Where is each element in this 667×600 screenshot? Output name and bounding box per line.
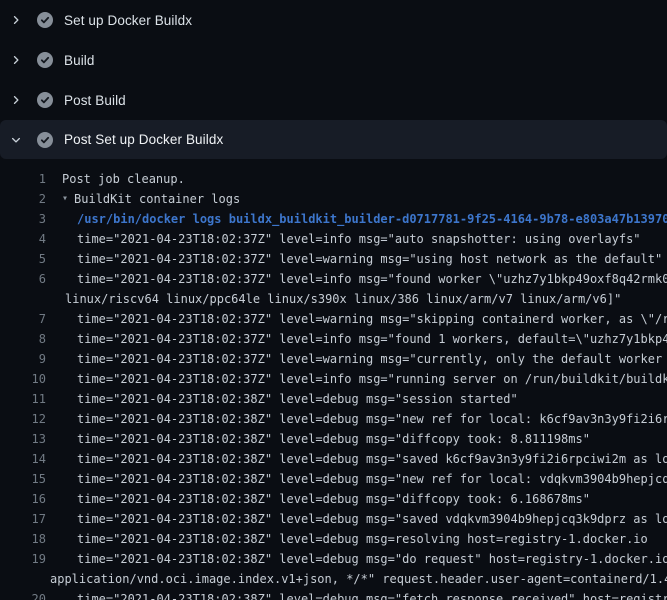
step-title: Build <box>64 53 95 68</box>
step-title: Post Set up Docker Buildx <box>64 132 223 147</box>
log-line: 18 time="2021-04-23T18:02:38Z" level=debu… <box>0 529 667 549</box>
log-text: time="2021-04-23T18:02:37Z" level=info m… <box>77 229 641 249</box>
log-text: time="2021-04-23T18:02:37Z" level=info m… <box>77 329 667 349</box>
log-text: time="2021-04-23T18:02:38Z" level=debug … <box>77 429 590 449</box>
log-text: time="2021-04-23T18:02:37Z" level=warnin… <box>77 249 662 269</box>
step-title: Set up Docker Buildx <box>64 13 192 28</box>
chevron-down-icon[interactable] <box>10 134 22 146</box>
log-line: 12 time="2021-04-23T18:02:38Z" level=debu… <box>0 409 667 429</box>
log-line: 20 time="2021-04-23T18:02:38Z" level=debu… <box>0 589 667 600</box>
line-number[interactable]: 1 <box>0 169 46 189</box>
line-number[interactable]: 5 <box>0 249 46 269</box>
log-text: time="2021-04-23T18:02:38Z" level=debug … <box>77 409 667 429</box>
line-number[interactable] <box>0 569 46 589</box>
line-number[interactable]: 2 <box>0 189 46 209</box>
line-number[interactable]: 6 <box>0 269 46 289</box>
log-text: application/vnd.oci.image.index.v1+json,… <box>50 569 667 589</box>
line-number[interactable]: 17 <box>0 509 46 529</box>
log-line: 16 time="2021-04-23T18:02:38Z" level=debu… <box>0 489 667 509</box>
log-line: 14 time="2021-04-23T18:02:38Z" level=debu… <box>0 449 667 469</box>
step-row[interactable]: Build <box>0 40 667 80</box>
log-line: 6 time="2021-04-23T18:02:37Z" level=info … <box>0 269 667 289</box>
step-row[interactable]: Set up Docker Buildx <box>0 0 667 40</box>
log-text[interactable]: BuildKit container logs <box>74 189 240 209</box>
log-line: 17 time="2021-04-23T18:02:38Z" level=debu… <box>0 509 667 529</box>
line-number[interactable]: 4 <box>0 229 46 249</box>
log-text: time="2021-04-23T18:02:37Z" level=info m… <box>77 269 667 289</box>
line-number[interactable]: 11 <box>0 389 46 409</box>
check-circle-icon <box>37 92 53 108</box>
line-number[interactable]: 13 <box>0 429 46 449</box>
line-number[interactable]: 8 <box>0 329 46 349</box>
chevron-right-icon[interactable] <box>10 54 22 66</box>
log-text: time="2021-04-23T18:02:38Z" level=debug … <box>77 389 518 409</box>
line-number[interactable]: 16 <box>0 489 46 509</box>
check-circle-icon <box>37 52 53 68</box>
log-text: time="2021-04-23T18:02:38Z" level=debug … <box>77 449 667 469</box>
line-number[interactable]: 14 <box>0 449 46 469</box>
log-text: time="2021-04-23T18:02:38Z" level=debug … <box>77 489 590 509</box>
command-text: /usr/bin/docker logs buildx_buildkit_bui… <box>77 209 667 229</box>
workflow-log-viewer: Set up Docker Buildx Build Post Build Post … <box>0 0 667 600</box>
log-text: linux/riscv64 linux/ppc64le linux/s390x … <box>65 289 621 309</box>
check-circle-icon <box>37 132 53 148</box>
line-number[interactable]: 10 <box>0 369 46 389</box>
step-row[interactable]: Post Build <box>0 80 667 120</box>
line-number[interactable]: 9 <box>0 349 46 369</box>
step-row[interactable]: Post Set up Docker Buildx <box>0 120 667 159</box>
log-line: 4 time="2021-04-23T18:02:37Z" level=info … <box>0 229 667 249</box>
log-line: 11 time="2021-04-23T18:02:38Z" level=debu… <box>0 389 667 409</box>
line-number[interactable]: 15 <box>0 469 46 489</box>
log-line: 13 time="2021-04-23T18:02:38Z" level=debu… <box>0 429 667 449</box>
line-number[interactable]: 19 <box>0 549 46 569</box>
line-number[interactable] <box>0 289 46 309</box>
log-line: 5 time="2021-04-23T18:02:37Z" level=warni… <box>0 249 667 269</box>
log-line: linux/riscv64 linux/ppc64le linux/s390x … <box>0 289 667 309</box>
log-text: time="2021-04-23T18:02:38Z" level=debug … <box>77 469 667 489</box>
line-number[interactable]: 12 <box>0 409 46 429</box>
line-number[interactable]: 18 <box>0 529 46 549</box>
log-line: 9 time="2021-04-23T18:02:37Z" level=warni… <box>0 349 667 369</box>
step-title: Post Build <box>64 93 126 108</box>
line-number[interactable]: 7 <box>0 309 46 329</box>
check-circle-icon <box>37 12 53 28</box>
log-line: 2 ▾ BuildKit container logs <box>0 189 667 209</box>
log-line: 1 Post job cleanup. <box>0 169 667 189</box>
log-text: time="2021-04-23T18:02:38Z" level=debug … <box>77 509 667 529</box>
log-line: 19 time="2021-04-23T18:02:38Z" level=debu… <box>0 549 667 569</box>
line-number[interactable]: 20 <box>0 589 46 600</box>
log-line: 3/usr/bin/docker logs buildx_buildkit_bu… <box>0 209 667 229</box>
step-list: Set up Docker Buildx Build Post Build Post … <box>0 0 667 159</box>
log-text: Post job cleanup. <box>62 169 185 189</box>
log-text: time="2021-04-23T18:02:37Z" level=info m… <box>77 369 667 389</box>
chevron-right-icon[interactable] <box>10 94 22 106</box>
line-number[interactable]: 3 <box>0 209 46 229</box>
chevron-right-icon[interactable] <box>10 14 22 26</box>
log-area: 1 Post job cleanup. 2 ▾ BuildKit container l… <box>0 159 667 600</box>
log-line: 8 time="2021-04-23T18:02:37Z" level=info … <box>0 329 667 349</box>
log-text: time="2021-04-23T18:02:38Z" level=debug … <box>77 549 667 569</box>
log-line: 10 time="2021-04-23T18:02:37Z" level=info… <box>0 369 667 389</box>
log-line: 15 time="2021-04-23T18:02:38Z" level=debu… <box>0 469 667 489</box>
log-text: time="2021-04-23T18:02:37Z" level=warnin… <box>77 349 667 369</box>
log-line: application/vnd.oci.image.index.v1+json,… <box>0 569 667 589</box>
log-text: time="2021-04-23T18:02:37Z" level=warnin… <box>77 309 667 329</box>
log-line: 7 time="2021-04-23T18:02:37Z" level=warni… <box>0 309 667 329</box>
triangle-down-icon[interactable]: ▾ <box>62 189 68 209</box>
log-text: time="2021-04-23T18:02:38Z" level=debug … <box>77 529 648 549</box>
log-text: time="2021-04-23T18:02:38Z" level=debug … <box>77 589 667 600</box>
